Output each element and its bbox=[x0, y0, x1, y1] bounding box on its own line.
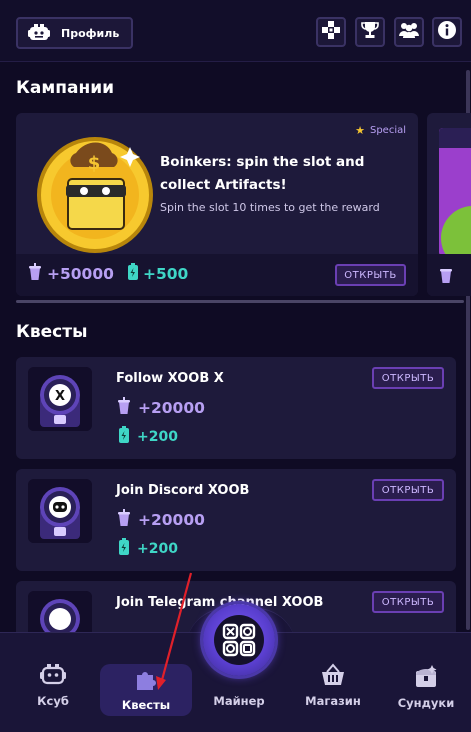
cup-icon bbox=[27, 263, 43, 285]
reward-secondary-value: +200 bbox=[137, 429, 178, 445]
svg-text:$: $ bbox=[88, 153, 101, 174]
quest-reward-primary: +20000 bbox=[116, 509, 205, 531]
chest-icon bbox=[412, 663, 440, 693]
next-campaign-footer bbox=[427, 254, 471, 296]
cube-controller-icon bbox=[39, 663, 67, 691]
section-divider bbox=[16, 300, 464, 303]
next-campaign-card[interactable] bbox=[427, 113, 471, 296]
cup-icon bbox=[116, 509, 132, 531]
quest-item[interactable]: X Follow XOOB X +20000 +200 ОТКРЫТЬ bbox=[16, 357, 456, 459]
friends-button[interactable] bbox=[394, 17, 424, 47]
leaderboard-button[interactable] bbox=[355, 17, 385, 47]
campaign-footer: +50000 +500 ОТКРЫТЬ bbox=[16, 254, 418, 296]
nav-label: Магазин bbox=[305, 694, 361, 708]
quest-reward-secondary: +200 bbox=[118, 538, 178, 560]
nav-label-miner: Майнер bbox=[213, 694, 265, 708]
nav-label: Ксуб bbox=[37, 694, 69, 708]
battery-icon bbox=[118, 426, 130, 448]
nav-label: Сундуки bbox=[397, 696, 455, 710]
top-bar: Профиль bbox=[0, 0, 471, 62]
campaign-card[interactable]: $ ★ Special Boinkers: spin the slot and … bbox=[16, 113, 418, 296]
campaign-reward-secondary: +500 bbox=[127, 263, 188, 285]
nav-item-cube[interactable]: Ксуб bbox=[13, 663, 93, 708]
reward-primary-value: +20000 bbox=[138, 399, 205, 417]
nav-item-shop[interactable]: Магазин bbox=[293, 663, 373, 708]
battery-icon bbox=[118, 538, 130, 560]
cube-avatar-icon bbox=[28, 23, 50, 43]
reward-primary-value: +20000 bbox=[138, 511, 205, 529]
gamepad-icon bbox=[321, 20, 341, 44]
app-root: Профиль Кампании $ ★ Special Boinkers: s… bbox=[0, 0, 471, 732]
reward-primary-value: +50000 bbox=[47, 265, 114, 283]
trophy-icon bbox=[360, 20, 380, 44]
basket-icon bbox=[320, 663, 346, 691]
campaign-description: Spin the slot 10 times to get the reward bbox=[160, 201, 380, 214]
quest-title: Join Discord XOOB bbox=[116, 483, 250, 498]
campaign-open-button[interactable]: ОТКРЫТЬ bbox=[335, 264, 406, 286]
campaign-title: Boinkers: spin the slot and collect Arti… bbox=[160, 154, 365, 193]
svg-text:X: X bbox=[55, 389, 65, 404]
quest-reward-primary: +20000 bbox=[116, 397, 205, 419]
quests-title: Квесты bbox=[16, 322, 88, 342]
profile-label: Профиль bbox=[61, 26, 120, 40]
campaigns-title: Кампании bbox=[16, 78, 115, 98]
nav-item-quests[interactable]: Квесты bbox=[100, 664, 192, 716]
profile-button[interactable]: Профиль bbox=[16, 17, 133, 49]
info-button[interactable] bbox=[432, 17, 462, 47]
quest-reward-secondary: +200 bbox=[118, 426, 178, 448]
quest-thumbnail: X bbox=[28, 367, 92, 431]
quest-thumbnail bbox=[28, 479, 92, 543]
quest-open-button[interactable]: ОТКРЫТЬ bbox=[372, 479, 444, 501]
quest-open-button[interactable]: ОТКРЫТЬ bbox=[372, 591, 444, 613]
quest-title: Follow XOOB X bbox=[116, 371, 224, 386]
cup-icon bbox=[438, 266, 454, 288]
cup-icon bbox=[116, 397, 132, 419]
star-icon: ★ bbox=[355, 124, 365, 137]
games-button[interactable] bbox=[316, 17, 346, 47]
battery-icon bbox=[127, 263, 139, 285]
quest-item[interactable]: Join Discord XOOB +20000 +200 ОТКРЫТЬ bbox=[16, 469, 456, 571]
info-icon bbox=[437, 20, 457, 44]
reward-secondary-value: +500 bbox=[143, 265, 189, 283]
friends-icon bbox=[398, 20, 420, 44]
boinkers-coin-image: $ bbox=[30, 127, 160, 257]
campaign-reward-primary: +50000 bbox=[27, 263, 114, 285]
next-campaign-image bbox=[439, 128, 471, 256]
nav-item-chests[interactable]: Сундуки bbox=[386, 663, 466, 710]
quest-open-button[interactable]: ОТКРЫТЬ bbox=[372, 367, 444, 389]
xoob-logo-icon bbox=[214, 615, 264, 665]
special-badge: ★ Special bbox=[355, 124, 406, 137]
miner-button[interactable] bbox=[203, 604, 275, 676]
special-label: Special bbox=[369, 125, 406, 136]
puzzle-icon bbox=[134, 669, 158, 695]
reward-secondary-value: +200 bbox=[137, 541, 178, 557]
nav-label: Квесты bbox=[121, 697, 171, 712]
